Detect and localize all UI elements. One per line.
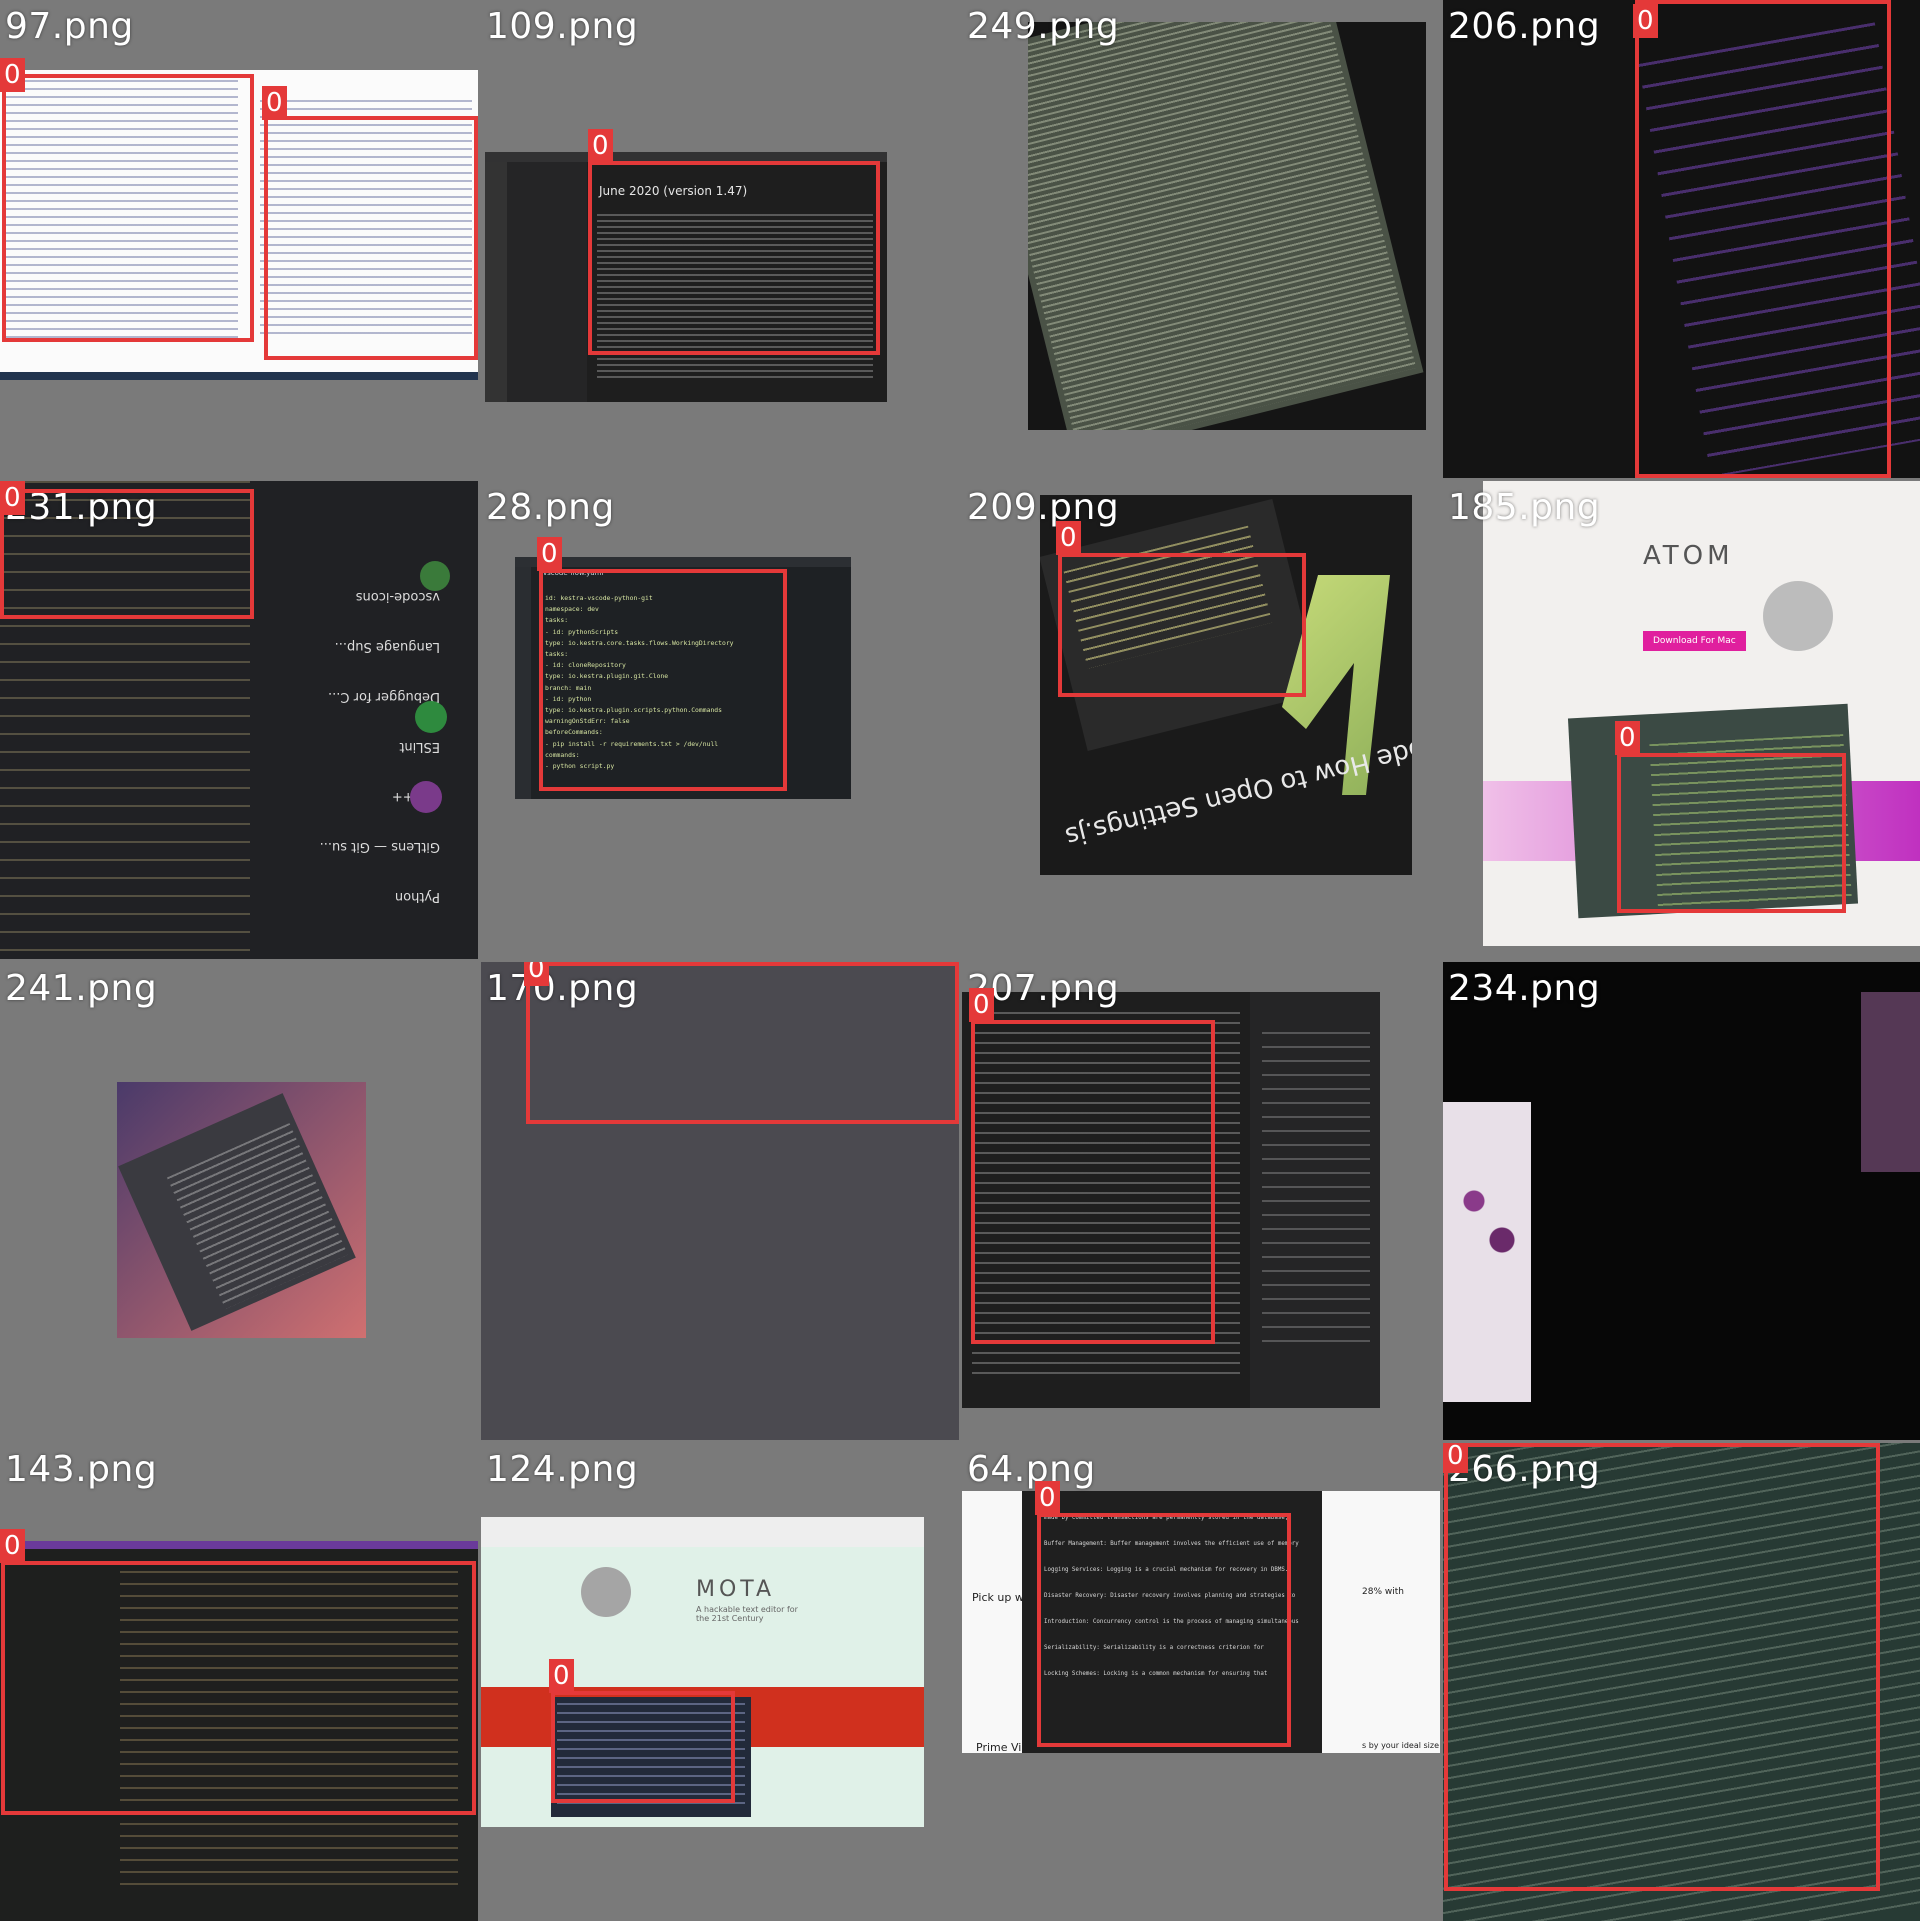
tile-97: 97.png 0 0 (0, 0, 478, 478)
bounding-box (2, 74, 254, 342)
bounding-box (971, 1020, 1215, 1344)
image-fragment (1861, 992, 1920, 1172)
tile-124: MOTA A hackable text editor for the 21st… (481, 1443, 959, 1921)
class-tag: 0 (1633, 4, 1658, 38)
bounding-box (539, 569, 787, 791)
image-grid: 97.png 0 0 June 2020 (version 1.47) 109.… (0, 0, 1920, 1921)
site-title: MOTA (696, 1577, 776, 1602)
file-label: 109.png (486, 6, 639, 47)
extension-item[interactable]: GitLens — Git su... (320, 821, 440, 871)
tagline: A hackable text editor for the 21st Cent… (696, 1605, 798, 1623)
file-label: 185.png (1448, 487, 1601, 528)
file-label: 124.png (486, 1449, 639, 1490)
class-tag: 0 (549, 1659, 574, 1693)
extension-icon (420, 561, 450, 591)
tile-64: Pick up wh Prime Vide 28% with s by your… (962, 1443, 1440, 1921)
tile-28: vscode-flow.yaml id: kestra-vscode-pytho… (481, 481, 959, 959)
bounding-box (1635, 0, 1891, 478)
tile-185: ATOM Download For Mac 185.png 0 (1443, 481, 1920, 959)
class-tag: 0 (1056, 521, 1081, 555)
file-label: 97.png (5, 6, 134, 47)
file-label: 249.png (967, 6, 1120, 47)
bounding-box (264, 116, 478, 360)
bounding-box (1617, 753, 1846, 913)
file-label: 241.png (5, 968, 158, 1009)
tile-206: 206.png 0 (1443, 0, 1920, 478)
extension-item[interactable]: Python (320, 871, 440, 921)
tile-207: 207.png 0 (962, 962, 1440, 1440)
extension-icon (415, 701, 447, 733)
bounding-box (551, 1691, 735, 1803)
class-tag: 0 (0, 481, 25, 515)
file-label: 234.png (1448, 968, 1601, 1009)
tile-234: 234.png (1443, 962, 1920, 1440)
bounding-box (526, 962, 959, 1124)
tile-209: Code How to Open Settings.js 209.png 0 (962, 481, 1440, 959)
class-tag: 0 (1035, 1481, 1060, 1515)
site-title: ATOM (1643, 541, 1734, 571)
file-label: 206.png (1448, 6, 1601, 47)
class-tag: 0 (1615, 721, 1640, 755)
tile-249: 249.png (962, 0, 1440, 478)
tile-109: June 2020 (version 1.47) 109.png 0 (481, 0, 959, 478)
tile-143: 143.png 0 (0, 1443, 478, 1921)
tile-231: Python GitLens — Git su... CI/C++ ESLint… (0, 481, 478, 959)
class-tag: 0 (524, 962, 549, 986)
promo-label: 28% with (1362, 1587, 1404, 1597)
class-tag: 0 (969, 988, 994, 1022)
bounding-box (1444, 1443, 1880, 1891)
tile-266: 266.png 0 (1443, 1443, 1920, 1921)
avatar-image (581, 1567, 631, 1617)
bounding-box (588, 161, 880, 355)
class-tag: 0 (262, 86, 287, 120)
file-label: 64.png (967, 1449, 1096, 1490)
bounding-box (1037, 1513, 1291, 1747)
screenshot (117, 1082, 366, 1338)
screenshot (1028, 22, 1426, 430)
bounding-box (0, 489, 254, 619)
class-tag: 0 (588, 129, 613, 163)
class-tag: 0 (537, 537, 562, 571)
extension-icon (410, 781, 442, 813)
class-tag: 0 (0, 58, 25, 92)
file-label: 143.png (5, 1449, 158, 1490)
bounding-box (1058, 553, 1306, 697)
class-tag: 0 (0, 1529, 25, 1563)
extension-item[interactable]: Language Sup... (320, 621, 440, 671)
screenshot (1443, 1102, 1531, 1402)
avatar-image (1763, 581, 1833, 651)
bounding-box (1, 1561, 476, 1815)
file-label: 28.png (486, 487, 615, 528)
promo-label: s by your ideal size (1362, 1741, 1439, 1750)
download-button[interactable]: Download For Mac (1643, 631, 1746, 651)
class-tag: 0 (1443, 1443, 1468, 1473)
file-label: 209.png (967, 487, 1120, 528)
tile-170: 170.png 0 (481, 962, 959, 1440)
tile-241: 241.png (0, 962, 478, 1440)
